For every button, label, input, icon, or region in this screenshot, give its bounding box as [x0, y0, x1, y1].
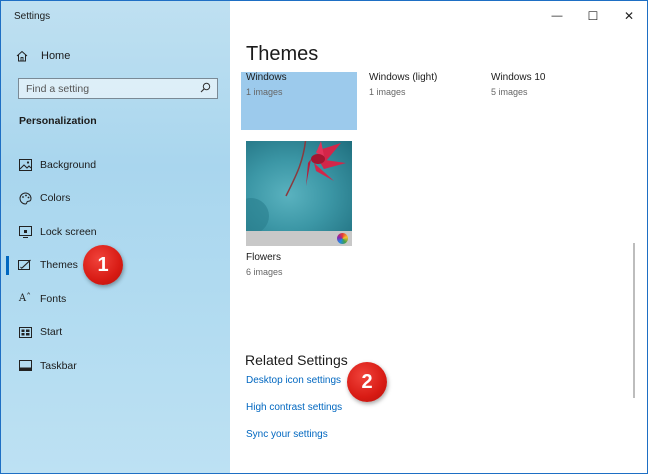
sidebar-item-fonts[interactable]: Aˆ Fonts — [1, 282, 230, 316]
picture-icon — [18, 158, 32, 172]
main-content: — ☐ ✕ Themes Windows 1 images Windows (l… — [230, 1, 647, 473]
sidebar: Settings Home Personalization Background — [1, 1, 230, 473]
theme-count: 1 images — [369, 87, 406, 97]
annotation-badge-1: 1 — [83, 245, 123, 285]
desktop-icon-settings-link[interactable]: Desktop icon settings — [246, 375, 341, 386]
theme-windows-light[interactable]: Windows (light) 1 images — [369, 72, 437, 97]
sidebar-item-taskbar[interactable]: Taskbar — [1, 349, 230, 383]
theme-name: Flowers — [246, 252, 282, 263]
lock-screen-icon — [18, 225, 32, 239]
theme-name: Windows — [246, 72, 287, 83]
theme-name: Windows 10 — [491, 72, 546, 83]
annotation-badge-2: 2 — [347, 362, 387, 402]
search-input[interactable] — [26, 82, 186, 95]
minimize-button[interactable]: — — [539, 5, 575, 27]
search-box[interactable] — [18, 78, 218, 99]
page-title: Themes — [246, 43, 319, 65]
themes-icon — [18, 258, 32, 272]
sidebar-item-label: Lock screen — [40, 225, 97, 238]
app-title: Settings — [14, 11, 51, 22]
theme-count: 1 images — [246, 87, 283, 97]
home-button[interactable]: Home — [15, 47, 70, 65]
window-controls: — ☐ ✕ — [539, 5, 647, 27]
sidebar-item-start[interactable]: Start — [1, 316, 230, 350]
sidebar-item-label: Taskbar — [40, 359, 77, 372]
related-settings-title: Related Settings — [245, 352, 348, 368]
sidebar-item-background[interactable]: Background — [1, 148, 230, 182]
sidebar-item-label: Colors — [40, 192, 71, 205]
palette-icon — [18, 191, 32, 205]
start-icon — [18, 325, 32, 339]
sidebar-item-label: Start — [40, 326, 63, 339]
section-title: Personalization — [19, 115, 97, 127]
settings-window: Settings Home Personalization Background — [0, 0, 648, 474]
flower-image — [246, 141, 352, 231]
fonts-icon: Aˆ — [18, 293, 32, 305]
sidebar-item-label: Fonts — [40, 292, 67, 305]
sidebar-item-label: Themes — [40, 259, 78, 272]
sidebar-item-lock-screen[interactable]: Lock screen — [1, 215, 230, 249]
home-label: Home — [41, 50, 71, 62]
home-icon — [15, 49, 29, 63]
theme-count: 6 images — [246, 267, 283, 277]
sync-settings-link[interactable]: Sync your settings — [246, 429, 328, 440]
high-contrast-settings-link[interactable]: High contrast settings — [246, 402, 342, 413]
close-button[interactable]: ✕ — [611, 5, 647, 27]
theme-count: 5 images — [491, 87, 528, 97]
flower-color-strip — [246, 231, 352, 246]
sidebar-item-colors[interactable]: Colors — [1, 182, 230, 216]
scrollbar[interactable] — [633, 243, 635, 398]
theme-windows[interactable]: Windows 1 images — [241, 72, 357, 130]
theme-flowers-thumbnail[interactable] — [246, 141, 352, 246]
color-wheel-icon — [337, 233, 348, 244]
theme-name: Windows (light) — [369, 72, 438, 83]
sidebar-item-label: Background — [40, 158, 97, 171]
maximize-button[interactable]: ☐ — [575, 5, 611, 27]
search-icon[interactable] — [200, 80, 211, 98]
theme-windows-10[interactable]: Windows 10 5 images — [491, 72, 545, 97]
taskbar-icon — [18, 359, 32, 373]
